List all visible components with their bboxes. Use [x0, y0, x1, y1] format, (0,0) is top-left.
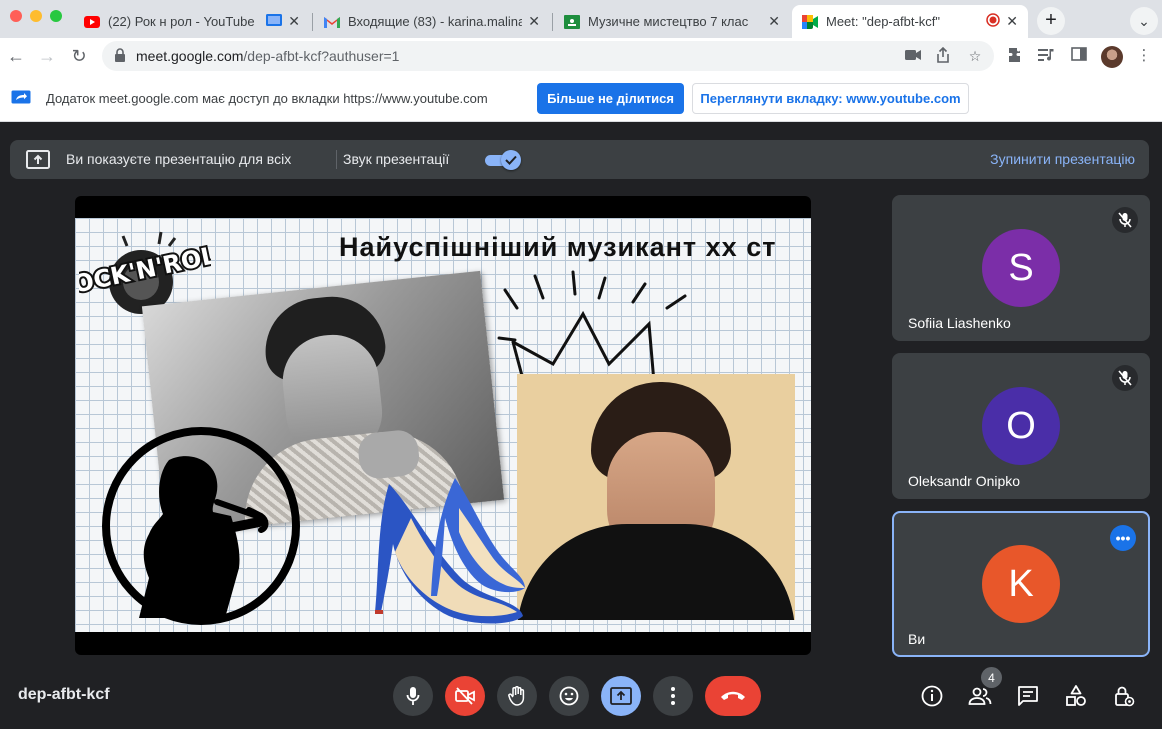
present-screen-icon — [26, 150, 50, 174]
share-icon[interactable] — [934, 46, 952, 65]
singer-silhouette-image — [102, 427, 300, 625]
avatar: S — [982, 229, 1060, 307]
participant-name: Sofiia Liashenko — [908, 315, 1011, 331]
camera-off-icon — [455, 687, 475, 705]
back-button[interactable]: ← — [4, 44, 28, 68]
slide-title: Найуспішніший музикант хх ст — [339, 232, 777, 262]
more-vert-icon — [671, 687, 675, 705]
tab-youtube[interactable]: (22) Рок н рол - YouTube ✕ — [74, 5, 310, 38]
present-now-button[interactable] — [601, 676, 641, 716]
forward-button[interactable]: → — [35, 44, 59, 68]
presenting-message: Ви показуєте презентацію для всіх — [66, 151, 292, 167]
raise-hand-icon — [508, 686, 525, 706]
chat-icon — [1018, 686, 1038, 706]
recording-icon — [986, 13, 1001, 30]
url-path: /dep-afbt-kcf?authuser=1 — [243, 48, 400, 64]
microphone-button[interactable] — [393, 676, 433, 716]
meet-icon — [802, 14, 818, 30]
emoji-icon — [559, 686, 579, 706]
hang-up-icon — [721, 691, 745, 700]
self-participant-tile[interactable]: ••• K Ви — [892, 511, 1150, 657]
presentation-audio-toggle[interactable] — [485, 150, 523, 170]
meeting-details-button[interactable] — [919, 683, 945, 709]
tab-meet[interactable]: Meet: "dep-afbt-kcf" ✕ — [792, 5, 1028, 38]
present-screen-icon — [610, 687, 632, 705]
close-tab-icon[interactable]: ✕ — [288, 13, 300, 30]
people-icon — [968, 687, 992, 705]
reload-button[interactable]: ↻ — [67, 44, 91, 68]
chat-button[interactable] — [1015, 683, 1041, 709]
profile-avatar[interactable] — [1101, 46, 1123, 68]
zoom-window-button[interactable] — [50, 10, 62, 22]
people-count-badge: 4 — [981, 667, 1002, 688]
browser-toolbar: ← → ↻ meet.google.com/dep-afbt-kcf?authu… — [0, 38, 1162, 74]
side-panel-icon[interactable] — [1070, 47, 1088, 65]
screen-share-tab-icon — [266, 14, 283, 29]
camera-in-use-icon[interactable] — [904, 47, 922, 65]
minimize-window-button[interactable] — [30, 10, 42, 22]
participant-name: Oleksandr Onipko — [908, 473, 1021, 489]
lock-icon[interactable] — [114, 48, 126, 68]
sharing-message: Додаток meet.google.com має доступ до вк… — [46, 91, 488, 106]
close-tab-icon[interactable]: ✕ — [528, 13, 540, 30]
classroom-icon — [564, 14, 580, 30]
check-icon — [501, 150, 521, 170]
address-bar[interactable]: meet.google.com/dep-afbt-kcf?authuser=1 … — [102, 41, 994, 71]
leave-call-button[interactable] — [705, 676, 761, 716]
avatar: O — [982, 387, 1060, 465]
host-controls-button[interactable] — [1111, 683, 1137, 709]
tab-title: Входящие (83) - karina.malina — [348, 14, 523, 29]
stop-sharing-button[interactable]: Більше не ділитися — [537, 83, 684, 114]
camera-off-button[interactable] — [445, 676, 485, 716]
meeting-code: dep-afbt-kcf — [18, 686, 110, 703]
url-host: meet.google.com — [136, 48, 244, 64]
participant-tile[interactable]: S Sofiia Liashenko — [892, 195, 1150, 341]
host-controls-lock-icon — [1115, 686, 1135, 707]
color-portrait-photo — [517, 374, 795, 620]
extensions-icon[interactable] — [1007, 47, 1025, 65]
microphone-icon — [406, 687, 420, 705]
bookmark-star-icon[interactable]: ☆ — [966, 47, 984, 65]
raise-hand-button[interactable] — [497, 676, 537, 716]
close-tab-icon[interactable]: ✕ — [1006, 13, 1018, 30]
avatar: K — [982, 545, 1060, 623]
mic-off-icon — [1112, 365, 1138, 391]
presenting-banner: Ви показуєте презентацію для всіх Звук п… — [10, 140, 1149, 179]
presentation-stage: Найуспішніший музикант хх ст ROCK'N'ROLL — [75, 196, 811, 655]
new-tab-button[interactable]: + — [1037, 7, 1065, 35]
tab-title: (22) Рок н рол - YouTube — [108, 14, 255, 29]
screen-share-icon — [11, 90, 31, 111]
tab-title: Музичне мистецтво 7 клас — [588, 14, 749, 29]
gmail-icon — [324, 14, 340, 30]
tab-search-button[interactable]: ⌄ — [1130, 7, 1158, 35]
blue-high-heels-image — [375, 478, 525, 624]
tab-classroom[interactable]: Музичне мистецтво 7 клас ✕ — [554, 5, 790, 38]
activities-button[interactable] — [1063, 683, 1089, 709]
tab-sharing-infobar: Додаток meet.google.com має доступ до вк… — [0, 74, 1162, 122]
close-tab-icon[interactable]: ✕ — [768, 13, 780, 30]
close-window-button[interactable] — [10, 10, 22, 22]
reactions-button[interactable] — [549, 676, 589, 716]
media-control-icon[interactable] — [1038, 47, 1056, 65]
mic-off-icon — [1112, 207, 1138, 233]
participant-tile[interactable]: O Oleksandr Onipko — [892, 353, 1150, 499]
browser-tab-bar: (22) Рок н рол - YouTube ✕ Входящие (83)… — [0, 0, 1162, 38]
presentation-audio-label: Звук презентації — [343, 151, 450, 167]
info-icon — [921, 685, 943, 707]
participant-name: Ви — [908, 631, 926, 647]
view-tab-button[interactable]: Переглянути вкладку: www.youtube.com — [692, 83, 969, 114]
youtube-icon — [84, 14, 100, 30]
more-options-button[interactable]: ••• — [1110, 525, 1136, 551]
more-options-button[interactable] — [653, 676, 693, 716]
tab-gmail[interactable]: Входящие (83) - karina.malina ✕ — [314, 5, 550, 38]
browser-menu-icon[interactable]: ⋮ — [1135, 47, 1153, 65]
url-text: meet.google.com/dep-afbt-kcf?authuser=1 — [136, 48, 399, 64]
presentation-slide: Найуспішніший музикант хх ст ROCK'N'ROLL — [75, 218, 811, 632]
activities-icon — [1066, 685, 1086, 706]
stop-presentation-link[interactable]: Зупинити презентацію — [990, 151, 1135, 167]
tab-title: Meet: "dep-afbt-kcf" — [826, 14, 940, 29]
